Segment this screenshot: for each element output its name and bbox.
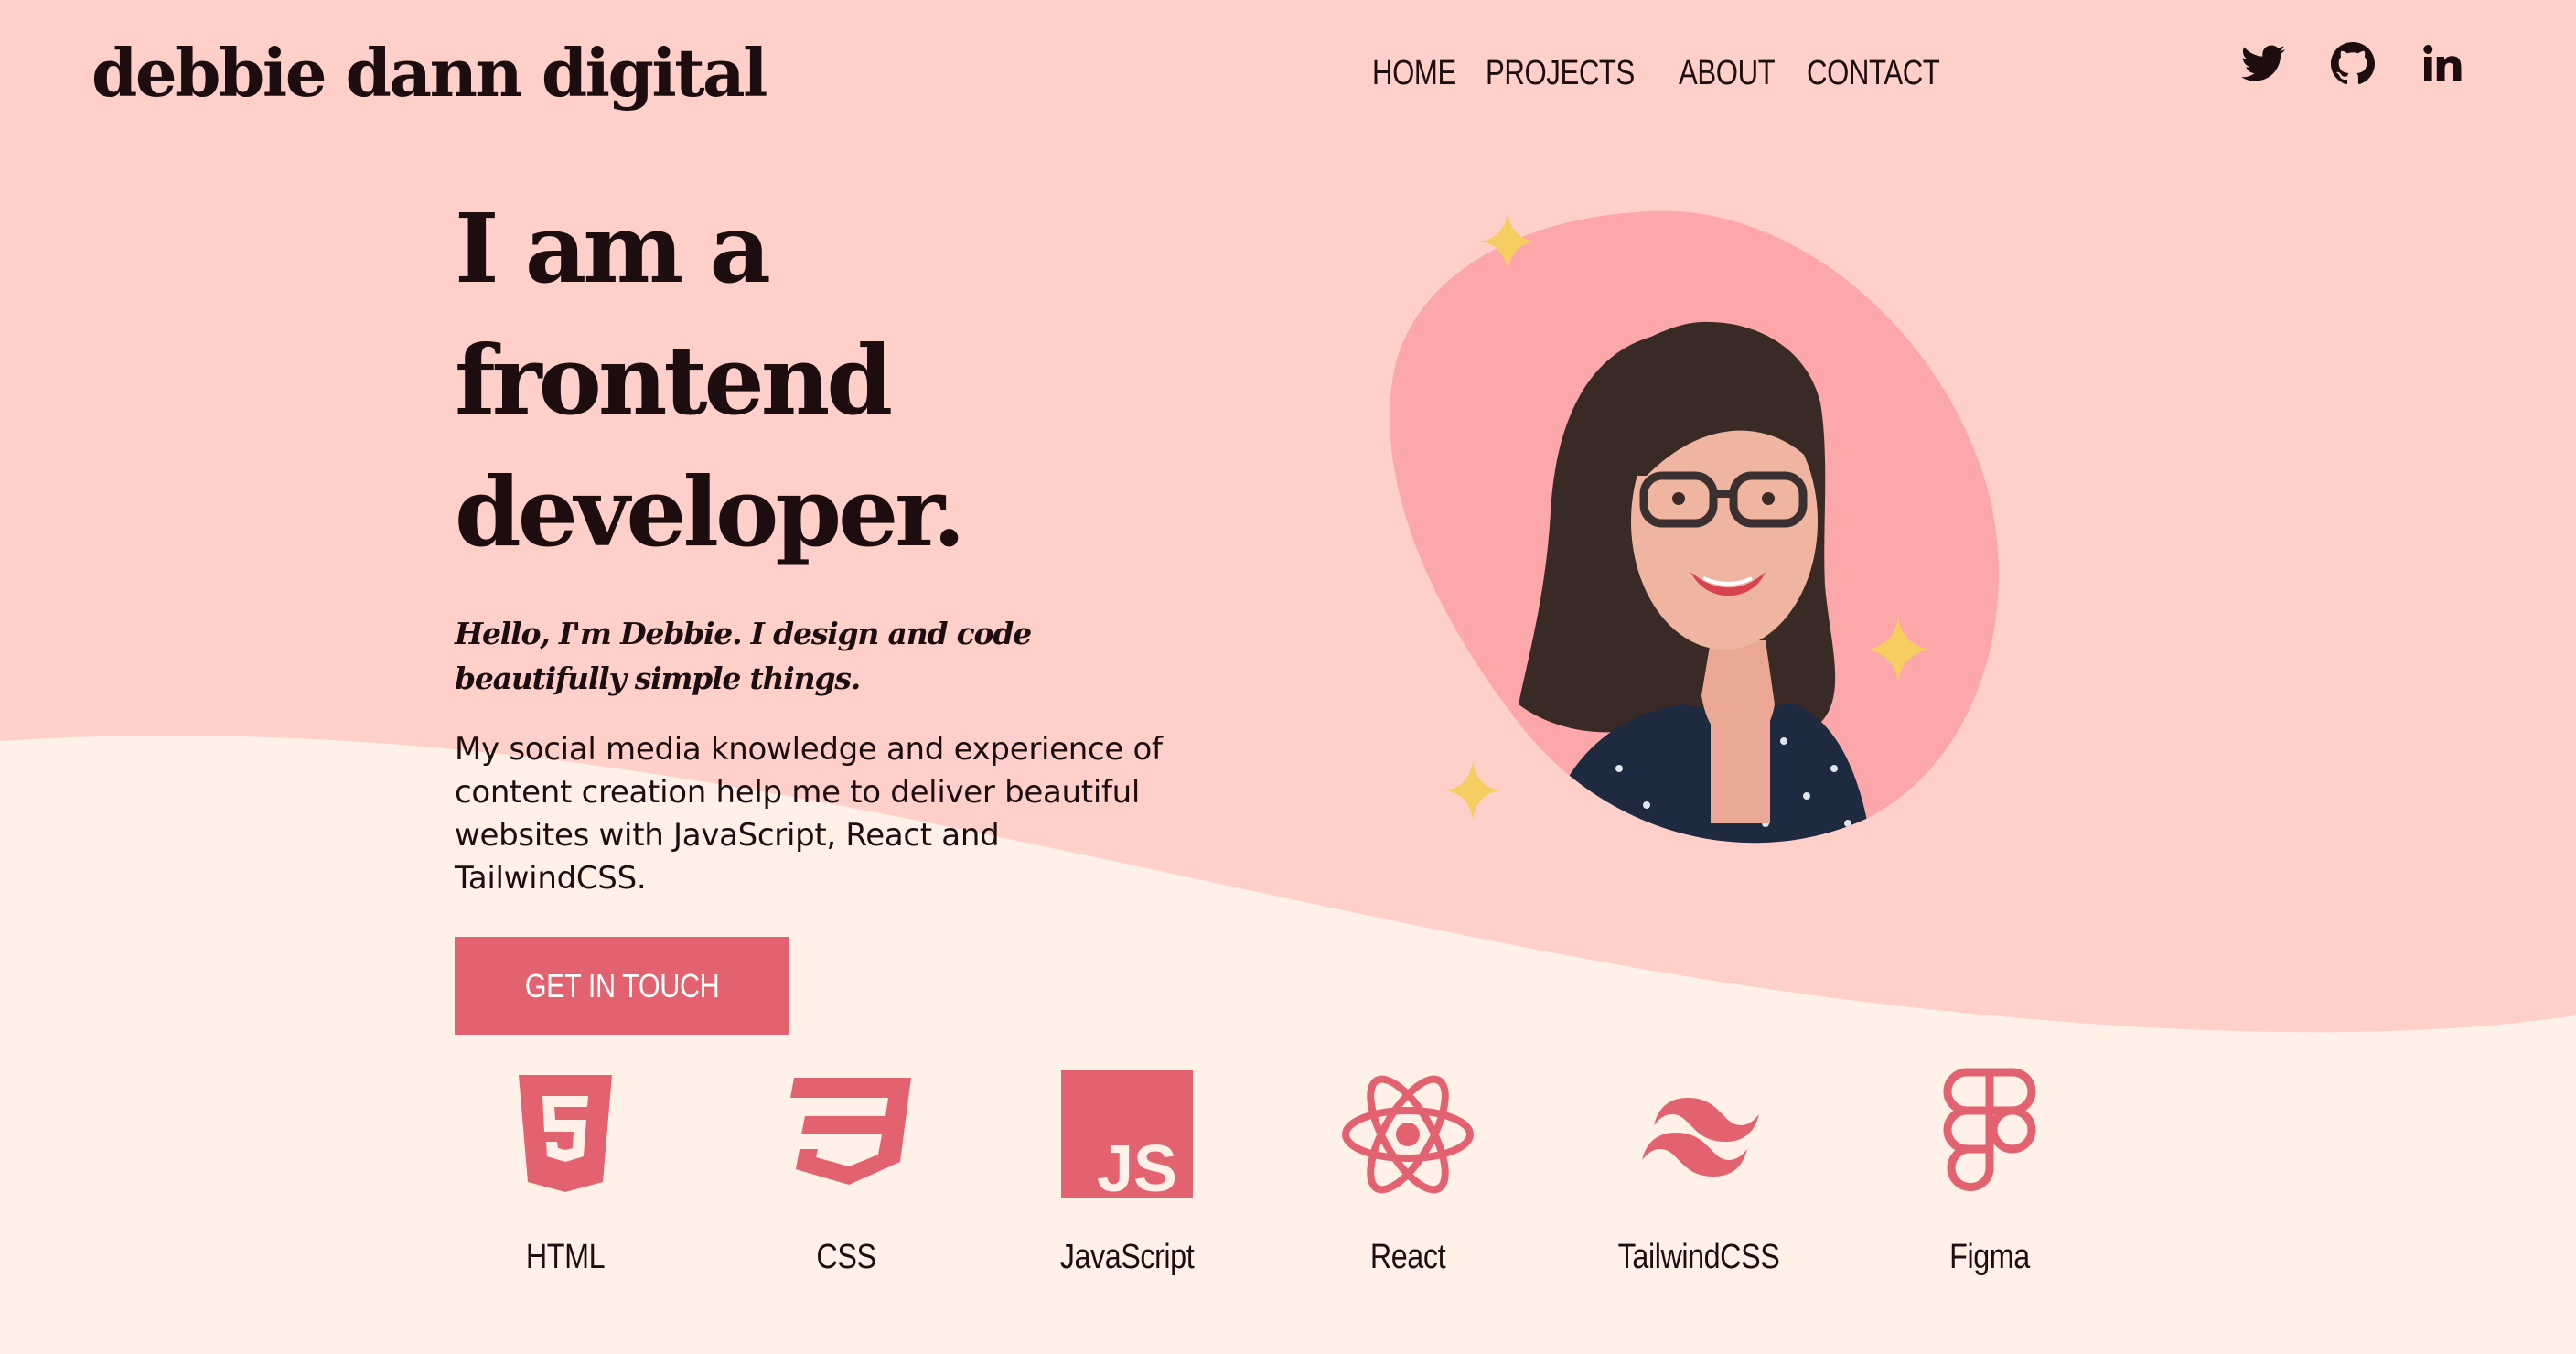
tech-label-css: CSS bbox=[816, 1238, 876, 1276]
portrait-illustration bbox=[1390, 210, 1999, 844]
svg-text:JS: JS bbox=[1097, 1133, 1177, 1198]
javascript-icon: JS bbox=[1061, 1070, 1193, 1198]
figma-icon bbox=[1943, 1068, 2036, 1192]
tech-item-react: React bbox=[1298, 1061, 1518, 1277]
sparkle-bottom-left bbox=[1445, 761, 1500, 820]
main-nav: HOME PROJECTS ABOUT CONTACT bbox=[1372, 46, 1947, 101]
social-links bbox=[2241, 41, 2464, 85]
site-logo[interactable]: debbie dann digital bbox=[91, 27, 767, 119]
hero-headline: I am a frontend developer. bbox=[455, 183, 1186, 578]
html5-icon bbox=[519, 1075, 612, 1192]
tech-label-html: HTML bbox=[525, 1238, 606, 1276]
tailwindcss-icon bbox=[1642, 1098, 1759, 1177]
hero-description: My social media knowledge and experience… bbox=[455, 731, 1163, 897]
tech-label-tailwindcss: TailwindCSS bbox=[1617, 1238, 1780, 1276]
linkedin-icon[interactable] bbox=[2420, 41, 2464, 85]
tech-item-css: CSS bbox=[736, 1061, 956, 1277]
site-header: debbie dann digital HOME PROJECTS ABOUT … bbox=[0, 0, 2576, 146]
tech-label-javascript: JavaScript bbox=[1059, 1238, 1195, 1276]
tech-stack: HTML CSS JS JavaScript React TailwindCSS… bbox=[0, 1061, 2576, 1299]
tech-label-react: React bbox=[1369, 1238, 1446, 1276]
nav-about-link[interactable]: ABOUT bbox=[1679, 46, 1776, 101]
tech-item-tailwindcss: TailwindCSS bbox=[1589, 1061, 1809, 1277]
tech-item-javascript: JS JavaScript bbox=[1017, 1061, 1237, 1277]
tech-item-figma: Figma bbox=[1880, 1061, 2099, 1277]
css3-icon bbox=[790, 1078, 911, 1185]
hero-headline-line2: developer. bbox=[455, 456, 966, 568]
get-in-touch-label: GET IN TOUCH bbox=[524, 966, 720, 1005]
hero-headline-line1: I am a frontend bbox=[455, 192, 893, 436]
nav-home-link[interactable]: HOME bbox=[1372, 46, 1456, 101]
hero-tagline: Hello, I'm Debbie. I design and code bea… bbox=[455, 616, 1032, 696]
react-icon bbox=[1342, 1075, 1474, 1194]
nav-contact-link[interactable]: CONTACT bbox=[1807, 46, 1940, 101]
nav-projects-link[interactable]: PROJECTS bbox=[1486, 46, 1635, 101]
tech-label-figma: Figma bbox=[1949, 1238, 2030, 1276]
github-icon[interactable] bbox=[2331, 41, 2375, 85]
get-in-touch-button[interactable]: GET IN TOUCH bbox=[455, 937, 789, 1035]
hero-section: I am a frontend developer. Hello, I'm De… bbox=[455, 183, 1186, 1035]
tech-item-html: HTML bbox=[456, 1061, 675, 1277]
twitter-icon[interactable] bbox=[2241, 41, 2285, 85]
